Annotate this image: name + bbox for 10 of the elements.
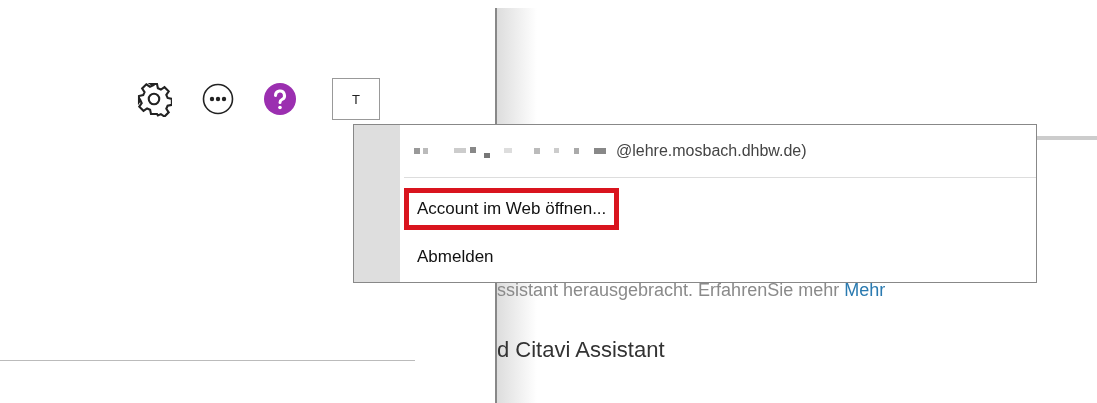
settings-icon[interactable] <box>136 81 172 117</box>
more-link[interactable]: Mehr <box>844 280 886 300</box>
account-button[interactable]: T <box>332 78 380 120</box>
menu-item[interactable]: Abmelden <box>404 236 507 278</box>
help-icon[interactable] <box>264 83 296 115</box>
more-icon[interactable] <box>202 83 234 115</box>
news-heading: d Citavi Assistant <box>497 337 666 363</box>
account-email: @lehre.mosbach.dhbw.de) <box>616 142 807 160</box>
news-text: ssistant herausgebracht. ErfahrenSie mehr Mehr <box>497 280 887 301</box>
menu-item[interactable]: Account im Web öffnen... <box>404 188 620 230</box>
